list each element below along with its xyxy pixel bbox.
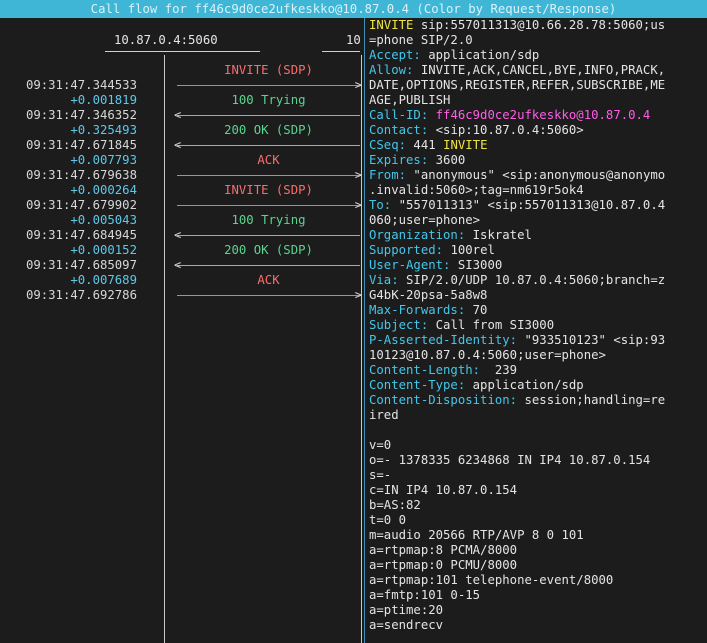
header-allow-cont: DATE,OPTIONS,REGISTER,REFER,SUBSCRIBE,ME	[369, 78, 666, 92]
header-subject: Subject: Call from SI3000	[369, 318, 555, 332]
header-supported: Supported: 100rel	[369, 243, 495, 257]
window-title: Call flow for ff46c9d0ce2ufkeskko@10.87.…	[0, 0, 707, 18]
message-arrow[interactable]: <	[174, 138, 360, 152]
message-arrow[interactable]: >	[177, 78, 362, 92]
host-b-lifeline	[361, 55, 362, 643]
header-expires: Expires: 3600	[369, 153, 466, 167]
header-allow-cont: AGE,PUBLISH	[369, 93, 451, 107]
message-label[interactable]: 200 OK (SDP)	[177, 243, 360, 257]
header-allow: Allow: INVITE,ACK,CANCEL,BYE,INFO,PRACK,	[369, 63, 666, 77]
header-organization: Organization: Iskratel	[369, 228, 532, 242]
header-via-cont: G4bK-20psa-5a8w8	[369, 288, 488, 302]
timestamp-delta: +0.005043	[70, 213, 137, 227]
header-content-length: Content-Length: 239	[369, 363, 518, 377]
header-max-forwards: Max-Forwards: 70	[369, 303, 488, 317]
timestamp-absolute: 09:31:47.685097	[25, 258, 137, 272]
timestamp-delta: +0.325493	[70, 123, 137, 137]
sdp-line: a=sendrecv	[369, 618, 444, 632]
timestamp-absolute: 09:31:47.679902	[25, 198, 137, 212]
sdp-line: a=ptime:20	[369, 603, 444, 617]
message-label[interactable]: INVITE (SDP)	[177, 63, 360, 77]
sdp-line: a=rtpmap:8 PCMA/8000	[369, 543, 518, 557]
header-content-disposition: Content-Disposition: session;handling=re	[369, 393, 666, 407]
header-accept: Accept: application/sdp	[369, 48, 540, 62]
sdp-line: a=fmtp:101 0-15	[369, 588, 481, 602]
timestamp-absolute: 09:31:47.684945	[25, 228, 137, 242]
message-arrow[interactable]: >	[177, 198, 362, 212]
message-label[interactable]: INVITE (SDP)	[177, 183, 360, 197]
header-to-cont: 060;user=phone>	[369, 213, 481, 227]
header-p-asserted-identity: P-Asserted-Identity: "933510123" <sip:93	[369, 333, 666, 347]
timestamp-absolute: 09:31:47.679638	[25, 168, 137, 182]
message-label[interactable]: 100 Trying	[177, 93, 360, 107]
sdp-line: v=0	[369, 438, 392, 452]
host-b-underline	[322, 51, 360, 52]
header-cseq: CSeq: 441 INVITE	[369, 138, 488, 152]
message-arrow[interactable]: <	[174, 258, 360, 272]
request-line-cont: =phone SIP/2.0	[369, 33, 473, 47]
header-p-asserted-identity-cont: 10123@10.87.0.4:5060;user=phone>	[369, 348, 606, 362]
message-label[interactable]: ACK	[177, 273, 360, 287]
message-arrow[interactable]: >	[177, 168, 362, 182]
host-a-lifeline	[164, 55, 165, 643]
header-to: To: "557011313" <sip:557011313@10.87.0.4	[369, 198, 666, 212]
sip-message-pane[interactable]: INVITE sip:557011313@10.66.28.78:5060;us…	[369, 18, 707, 633]
timestamp-delta: +0.001819	[70, 93, 137, 107]
request-line: INVITE sip:557011313@10.66.28.78:5060;us	[369, 18, 666, 32]
message-label[interactable]: ACK	[177, 153, 360, 167]
message-arrow[interactable]: >	[177, 288, 362, 302]
header-content-disposition-cont: ired	[369, 408, 399, 422]
message-arrow[interactable]: <	[174, 108, 360, 122]
timestamp-delta: +0.007793	[70, 153, 137, 167]
host-b-label: 10	[346, 33, 361, 47]
host-a-underline	[105, 51, 260, 52]
header-user-agent: User-Agent: SI3000	[369, 258, 503, 272]
timestamp-delta: +0.000264	[70, 183, 137, 197]
sdp-line: m=audio 20566 RTP/AVP 8 0 101	[369, 528, 584, 542]
header-content-type: Content-Type: application/sdp	[369, 378, 584, 392]
sdp-line: s=-	[369, 468, 392, 482]
message-label[interactable]: 200 OK (SDP)	[177, 123, 360, 137]
sdp-line: c=IN IP4 10.87.0.154	[369, 483, 518, 497]
sdp-line: o=- 1378335 6234868 IN IP4 10.87.0.154	[369, 453, 651, 467]
header-from: From: "anonymous" <sip:anonymous@anonymo	[369, 168, 666, 182]
message-label[interactable]: 100 Trying	[177, 213, 360, 227]
header-call-id: Call-ID: ff46c9d0ce2ufkeskko@10.87.0.4	[369, 108, 651, 122]
sdp-line: b=AS:82	[369, 498, 421, 512]
host-a-label: 10.87.0.4:5060	[114, 33, 218, 47]
sdp-line: a=rtpmap:101 telephone-event/8000	[369, 573, 614, 587]
pane-divider	[364, 18, 365, 643]
header-contact: Contact: <sip:10.87.0.4:5060>	[369, 123, 584, 137]
header-via: Via: SIP/2.0/UDP 10.87.0.4:5060;branch=z	[369, 273, 666, 287]
timestamp-delta: +0.007689	[70, 273, 137, 287]
sdp-line: a=rtpmap:0 PCMU/8000	[369, 558, 518, 572]
timestamp-absolute: 09:31:47.344533	[25, 78, 137, 92]
timestamp-delta: +0.000152	[70, 243, 137, 257]
timestamp-absolute: 09:31:47.346352	[25, 108, 137, 122]
header-from-cont: .invalid:5060>;tag=nm619r5ok4	[369, 183, 584, 197]
message-arrow[interactable]: <	[174, 228, 360, 242]
sdp-line: t=0 0	[369, 513, 407, 527]
timestamp-absolute: 09:31:47.692786	[25, 288, 137, 302]
timestamp-absolute: 09:31:47.671845	[25, 138, 137, 152]
